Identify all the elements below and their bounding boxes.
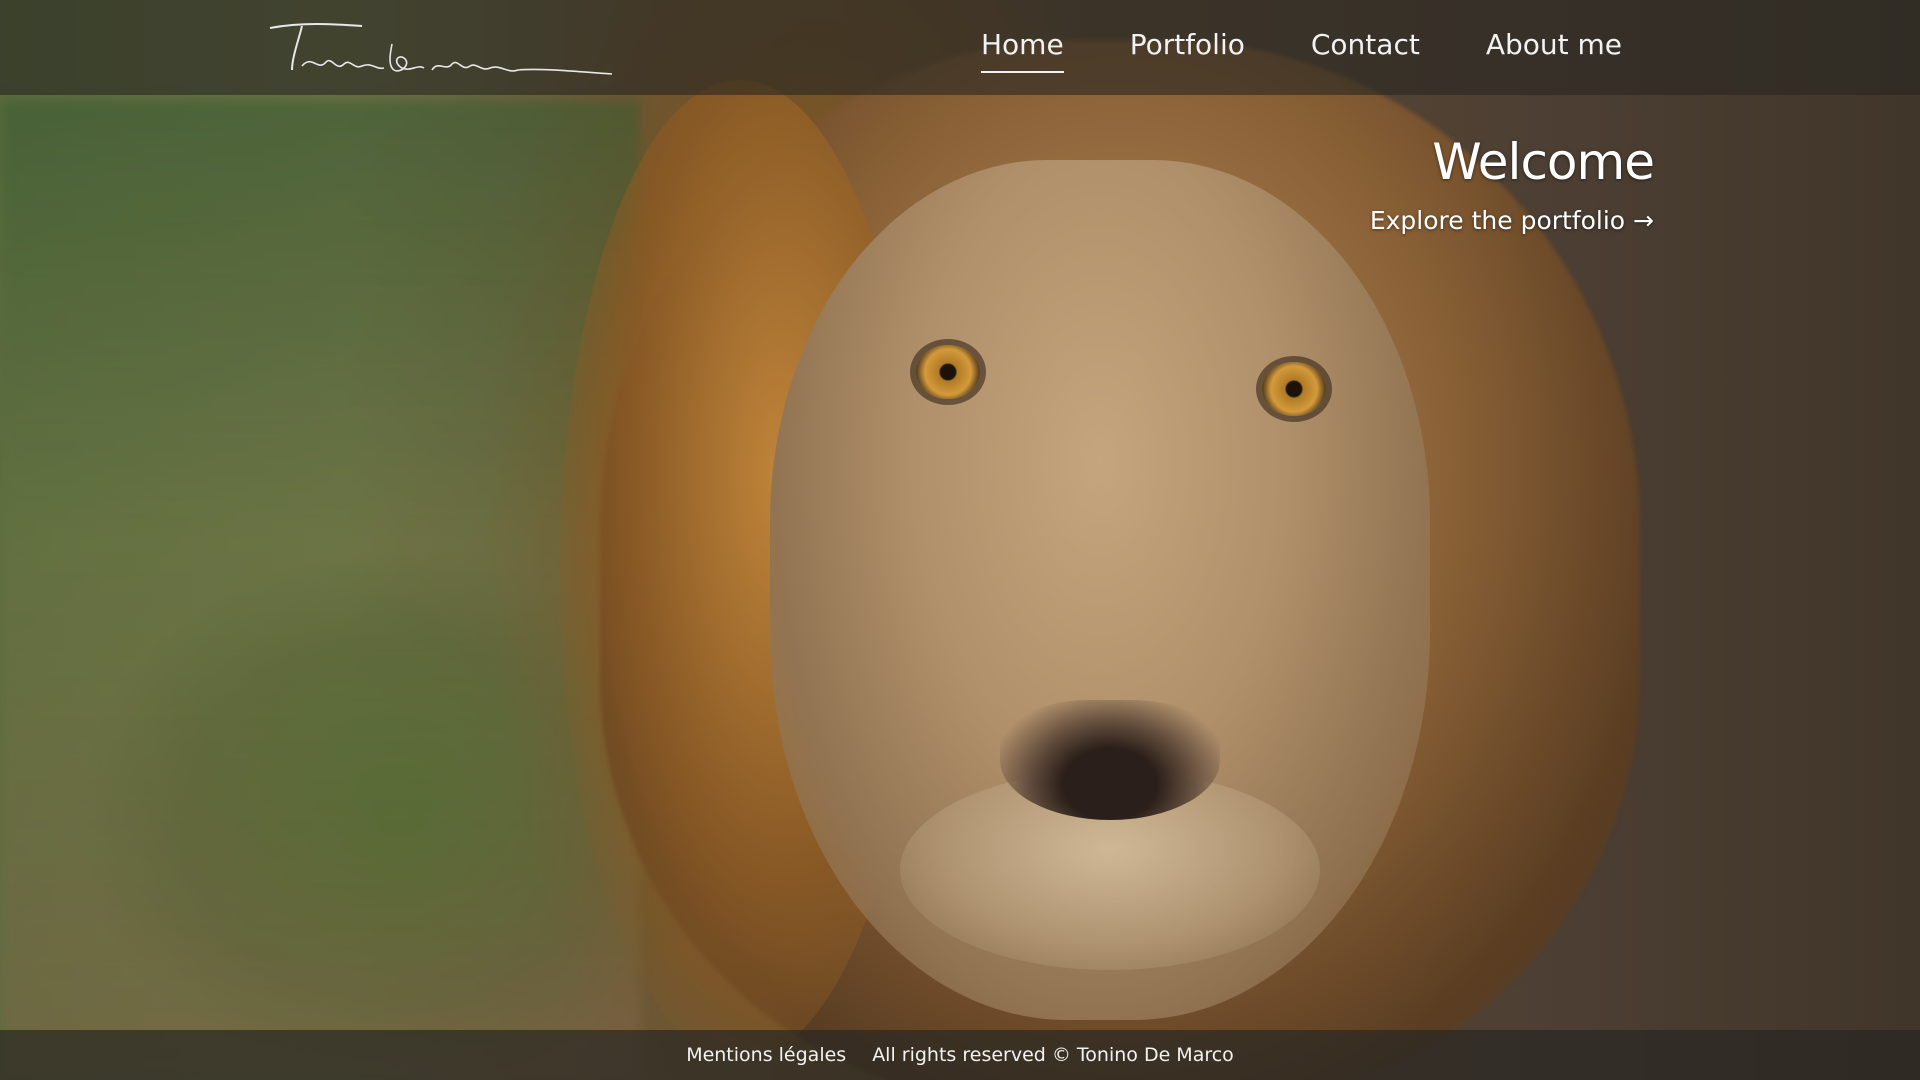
footer: Mentions légales All rights reserved © T…	[0, 1030, 1920, 1080]
copyright-text: All rights reserved © Tonino De Marco	[872, 1044, 1234, 1066]
hero-section: Welcome Explore the portfolio →	[1370, 130, 1655, 235]
legal-notice-link[interactable]: Mentions légales	[686, 1044, 846, 1066]
hero-background: Home Portfolio Contact About me Welcome …	[0, 0, 1920, 1080]
nav-home[interactable]: Home	[981, 28, 1064, 73]
lion-nose	[1000, 700, 1220, 820]
lion-right-eye	[1262, 362, 1326, 416]
explore-portfolio-link[interactable]: Explore the portfolio →	[1370, 206, 1654, 235]
main-nav: Home Portfolio Contact About me	[981, 0, 1622, 95]
top-navigation-bar: Home Portfolio Contact About me	[0, 0, 1920, 95]
hero-title: Welcome	[1432, 133, 1655, 191]
grass-background	[0, 100, 640, 1080]
signature-logo[interactable]	[262, 14, 622, 84]
nav-portfolio[interactable]: Portfolio	[1130, 28, 1245, 67]
nav-contact[interactable]: Contact	[1311, 28, 1420, 67]
nav-about-me[interactable]: About me	[1486, 28, 1622, 67]
lion-left-eye	[916, 345, 980, 399]
